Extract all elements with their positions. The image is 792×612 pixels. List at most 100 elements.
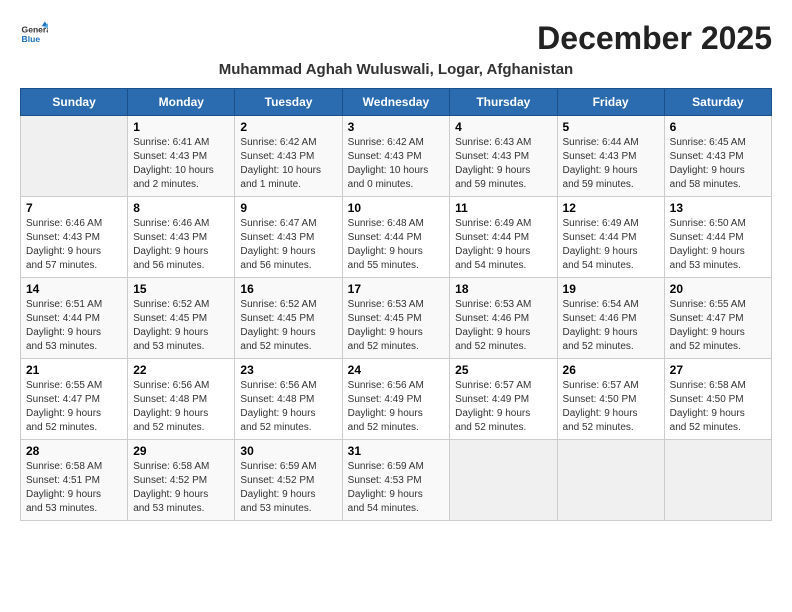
calendar-table: SundayMondayTuesdayWednesdayThursdayFrid… — [20, 88, 772, 521]
calendar-cell: 28 Sunrise: 6:58 AM Sunset: 4:51 PM Dayli… — [21, 440, 128, 521]
day-info: Sunrise: 6:53 AM Sunset: 4:45 PM Dayligh… — [348, 298, 445, 354]
calendar-cell — [557, 440, 664, 521]
day-info: Sunrise: 6:42 AM Sunset: 4:43 PM Dayligh… — [240, 136, 336, 192]
day-info: Sunrise: 6:43 AM Sunset: 4:43 PM Dayligh… — [455, 136, 551, 192]
calendar-cell: 15 Sunrise: 6:52 AM Sunset: 4:45 PM Dayli… — [128, 278, 235, 359]
day-number: 25 — [455, 363, 551, 377]
calendar-cell: 12 Sunrise: 6:49 AM Sunset: 4:44 PM Dayli… — [557, 197, 664, 278]
day-number: 20 — [670, 282, 766, 296]
calendar-header-tuesday: Tuesday — [235, 89, 342, 116]
day-number: 9 — [240, 201, 336, 215]
day-number: 10 — [348, 201, 445, 215]
calendar-header-friday: Friday — [557, 89, 664, 116]
day-number: 1 — [133, 120, 229, 134]
calendar-cell: 30 Sunrise: 6:59 AM Sunset: 4:52 PM Dayli… — [235, 440, 342, 521]
calendar-cell: 6 Sunrise: 6:45 AM Sunset: 4:43 PM Daylig… — [664, 116, 771, 197]
calendar-cell: 11 Sunrise: 6:49 AM Sunset: 4:44 PM Dayli… — [450, 197, 557, 278]
day-info: Sunrise: 6:46 AM Sunset: 4:43 PM Dayligh… — [133, 217, 229, 273]
day-number: 22 — [133, 363, 229, 377]
header: General Blue December 2025 — [20, 20, 772, 57]
day-number: 8 — [133, 201, 229, 215]
day-number: 30 — [240, 444, 336, 458]
calendar-cell: 5 Sunrise: 6:44 AM Sunset: 4:43 PM Daylig… — [557, 116, 664, 197]
subtitle: Muhammad Aghah Wuluswali, Logar, Afghani… — [20, 61, 772, 78]
calendar-cell: 29Sunrise: 6:58 AM Sunset: 4:52 PM Dayli… — [128, 440, 235, 521]
day-number: 29 — [133, 444, 229, 458]
calendar-cell: 3 Sunrise: 6:42 AM Sunset: 4:43 PM Daylig… — [342, 116, 450, 197]
calendar-cell: 18 Sunrise: 6:53 AM Sunset: 4:46 PM Dayli… — [450, 278, 557, 359]
day-info: Sunrise: 6:44 AM Sunset: 4:43 PM Dayligh… — [563, 136, 659, 192]
svg-text:Blue: Blue — [22, 34, 41, 44]
day-info: Sunrise: 6:54 AM Sunset: 4:46 PM Dayligh… — [563, 298, 659, 354]
calendar-cell: 2 Sunrise: 6:42 AM Sunset: 4:43 PM Daylig… — [235, 116, 342, 197]
day-info: Sunrise: 6:49 AM Sunset: 4:44 PM Dayligh… — [455, 217, 551, 273]
calendar-cell: 19 Sunrise: 6:54 AM Sunset: 4:46 PM Dayli… — [557, 278, 664, 359]
day-info: Sunrise: 6:55 AM Sunset: 4:47 PM Dayligh… — [670, 298, 766, 354]
calendar-cell: 4Sunrise: 6:43 AM Sunset: 4:43 PM Daylig… — [450, 116, 557, 197]
day-number: 13 — [670, 201, 766, 215]
day-info: Sunrise: 6:56 AM Sunset: 4:48 PM Dayligh… — [133, 379, 229, 435]
day-info: Sunrise: 6:57 AM Sunset: 4:49 PM Dayligh… — [455, 379, 551, 435]
day-info: Sunrise: 6:52 AM Sunset: 4:45 PM Dayligh… — [240, 298, 336, 354]
day-info: Sunrise: 6:53 AM Sunset: 4:46 PM Dayligh… — [455, 298, 551, 354]
calendar-cell — [450, 440, 557, 521]
calendar-header-saturday: Saturday — [664, 89, 771, 116]
calendar-cell: 26 Sunrise: 6:57 AM Sunset: 4:50 PM Dayli… — [557, 359, 664, 440]
day-number: 16 — [240, 282, 336, 296]
calendar-cell: 14 Sunrise: 6:51 AM Sunset: 4:44 PM Dayli… — [21, 278, 128, 359]
day-info: Sunrise: 6:59 AM Sunset: 4:53 PM Dayligh… — [348, 460, 445, 516]
calendar-cell — [664, 440, 771, 521]
day-info: Sunrise: 6:45 AM Sunset: 4:43 PM Dayligh… — [670, 136, 766, 192]
day-number: 31 — [348, 444, 445, 458]
day-number: 11 — [455, 201, 551, 215]
calendar-cell: 8 Sunrise: 6:46 AM Sunset: 4:43 PM Daylig… — [128, 197, 235, 278]
logo: General Blue — [20, 20, 48, 48]
day-info: Sunrise: 6:55 AM Sunset: 4:47 PM Dayligh… — [26, 379, 122, 435]
calendar-cell: 13 Sunrise: 6:50 AM Sunset: 4:44 PM Dayli… — [664, 197, 771, 278]
day-number: 3 — [348, 120, 445, 134]
day-number: 15 — [133, 282, 229, 296]
day-number: 19 — [563, 282, 659, 296]
calendar-cell: 21 Sunrise: 6:55 AM Sunset: 4:47 PM Dayli… — [21, 359, 128, 440]
day-info: Sunrise: 6:59 AM Sunset: 4:52 PM Dayligh… — [240, 460, 336, 516]
day-number: 12 — [563, 201, 659, 215]
day-info: Sunrise: 6:58 AM Sunset: 4:51 PM Dayligh… — [26, 460, 122, 516]
day-number: 7 — [26, 201, 122, 215]
day-number: 28 — [26, 444, 122, 458]
calendar-cell: 7Sunrise: 6:46 AM Sunset: 4:43 PM Daylig… — [21, 197, 128, 278]
calendar-cell: 10 Sunrise: 6:48 AM Sunset: 4:44 PM Dayli… — [342, 197, 450, 278]
day-info: Sunrise: 6:48 AM Sunset: 4:44 PM Dayligh… — [348, 217, 445, 273]
day-number: 5 — [563, 120, 659, 134]
day-number: 14 — [26, 282, 122, 296]
day-number: 17 — [348, 282, 445, 296]
day-info: Sunrise: 6:52 AM Sunset: 4:45 PM Dayligh… — [133, 298, 229, 354]
calendar-cell: 20 Sunrise: 6:55 AM Sunset: 4:47 PM Dayli… — [664, 278, 771, 359]
day-number: 24 — [348, 363, 445, 377]
calendar-cell: 25 Sunrise: 6:57 AM Sunset: 4:49 PM Dayli… — [450, 359, 557, 440]
day-info: Sunrise: 6:42 AM Sunset: 4:43 PM Dayligh… — [348, 136, 445, 192]
calendar-header-monday: Monday — [128, 89, 235, 116]
calendar-cell: 27 Sunrise: 6:58 AM Sunset: 4:50 PM Dayli… — [664, 359, 771, 440]
day-info: Sunrise: 6:49 AM Sunset: 4:44 PM Dayligh… — [563, 217, 659, 273]
day-number: 23 — [240, 363, 336, 377]
day-number: 27 — [670, 363, 766, 377]
day-info: Sunrise: 6:50 AM Sunset: 4:44 PM Dayligh… — [670, 217, 766, 273]
day-info: Sunrise: 6:51 AM Sunset: 4:44 PM Dayligh… — [26, 298, 122, 354]
day-info: Sunrise: 6:56 AM Sunset: 4:49 PM Dayligh… — [348, 379, 445, 435]
day-info: Sunrise: 6:58 AM Sunset: 4:50 PM Dayligh… — [670, 379, 766, 435]
calendar-header: SundayMondayTuesdayWednesdayThursdayFrid… — [21, 89, 772, 116]
logo-icon: General Blue — [20, 20, 48, 48]
calendar-cell: 22 Sunrise: 6:56 AM Sunset: 4:48 PM Dayli… — [128, 359, 235, 440]
month-title: December 2025 — [537, 20, 772, 57]
day-info: Sunrise: 6:56 AM Sunset: 4:48 PM Dayligh… — [240, 379, 336, 435]
calendar-cell: 16 Sunrise: 6:52 AM Sunset: 4:45 PM Dayli… — [235, 278, 342, 359]
calendar-cell — [21, 116, 128, 197]
calendar-header-thursday: Thursday — [450, 89, 557, 116]
day-number: 6 — [670, 120, 766, 134]
day-number: 18 — [455, 282, 551, 296]
day-number: 21 — [26, 363, 122, 377]
calendar-header-sunday: Sunday — [21, 89, 128, 116]
day-info: Sunrise: 6:57 AM Sunset: 4:50 PM Dayligh… — [563, 379, 659, 435]
day-number: 26 — [563, 363, 659, 377]
day-number: 2 — [240, 120, 336, 134]
